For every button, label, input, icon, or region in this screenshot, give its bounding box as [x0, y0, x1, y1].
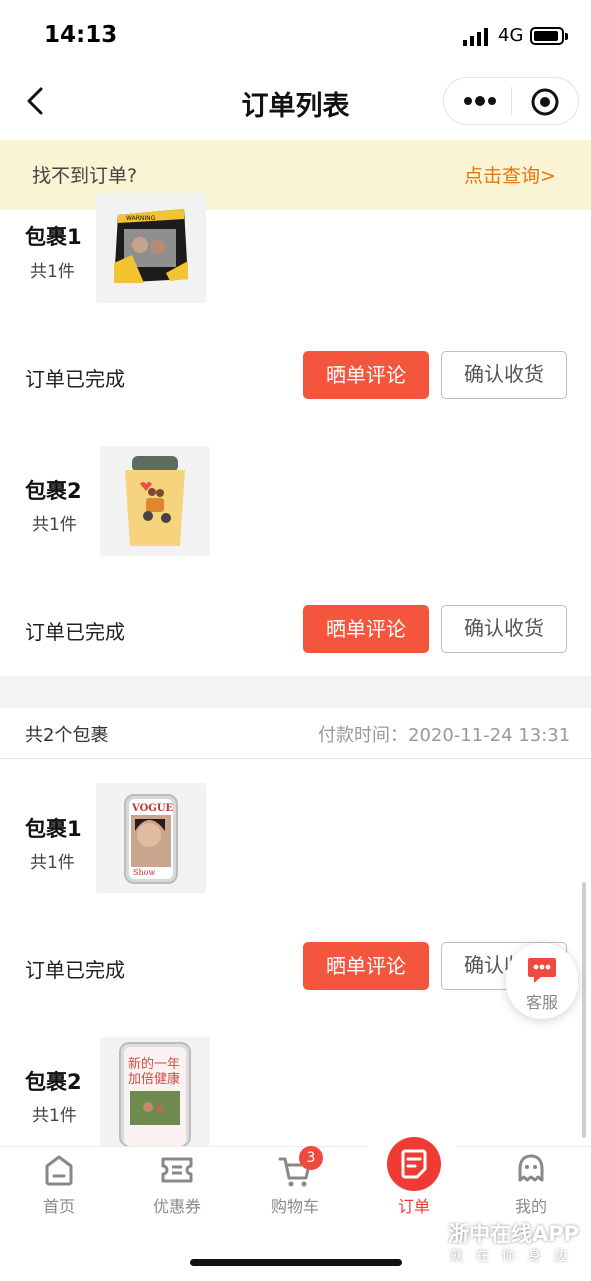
close-miniprogram-icon[interactable]	[530, 87, 560, 117]
order-icon	[401, 1149, 427, 1179]
product-thumbnail[interactable]	[100, 446, 210, 556]
customer-service-label: 客服	[525, 993, 558, 1012]
header-divider	[0, 758, 591, 759]
confirm-receipt-button[interactable]: 确认收货	[441, 351, 567, 399]
confirm-receipt-button[interactable]: 确认收货	[441, 605, 567, 653]
more-icon[interactable]	[463, 96, 497, 106]
battery-tip	[565, 33, 568, 40]
home-icon	[45, 1155, 73, 1186]
scrollbar[interactable]	[582, 882, 586, 1138]
review-button[interactable]: 晒单评论	[303, 351, 429, 399]
product-thumbnail[interactable]: 新的一年 加倍健康	[100, 1037, 210, 1146]
package-count: 共1件	[32, 515, 77, 535]
package-count: 共1件	[30, 853, 75, 873]
status-time: 14:13	[44, 22, 118, 48]
package-name: 包裹2	[25, 1070, 82, 1094]
signal-icon	[463, 28, 488, 46]
thumb-text: Show	[133, 868, 155, 877]
package-name: 包裹2	[25, 479, 82, 503]
review-button[interactable]: 晒单评论	[303, 605, 429, 653]
product-thumbnail[interactable]: WARNING	[96, 193, 206, 303]
order-status: 订单已完成	[25, 620, 125, 644]
notice-text: 找不到订单?	[32, 165, 138, 187]
order-separator	[0, 676, 591, 708]
capsule-divider	[511, 87, 512, 115]
network-label: 4G	[498, 25, 524, 46]
tab-order[interactable]	[387, 1137, 441, 1191]
product-thumbnail[interactable]: VOGUE Show	[96, 783, 206, 893]
watermark-logo-icon	[397, 1219, 439, 1261]
watermark-subtitle: 就在你身边	[450, 1249, 581, 1264]
tab-coupon[interactable]: 优惠券	[132, 1150, 222, 1220]
chat-icon	[528, 958, 556, 983]
home-indicator	[190, 1259, 402, 1266]
package-total: 共2个包裹	[25, 725, 109, 746]
tab-label: 首页	[42, 1197, 75, 1216]
tab-label: 我的	[514, 1197, 547, 1216]
thumb-text: 新的一年	[128, 1056, 180, 1072]
query-link[interactable]: 点击查询>	[464, 161, 556, 188]
tab-cart[interactable]: 购物车	[250, 1150, 340, 1220]
tab-label: 优惠券	[152, 1197, 201, 1216]
package-name: 包裹1	[25, 225, 82, 249]
package-count: 共1件	[30, 262, 75, 282]
order-status: 订单已完成	[25, 958, 125, 982]
coupon-icon	[161, 1157, 193, 1183]
profile-icon	[518, 1154, 544, 1182]
order-status: 订单已完成	[25, 367, 125, 391]
thumb-text: VOGUE	[131, 803, 174, 814]
package-name: 包裹1	[25, 817, 82, 841]
cart-badge: 3	[299, 1146, 323, 1170]
thumb-text: WARNING	[126, 215, 156, 222]
tab-label: 订单	[397, 1197, 430, 1216]
tab-label: 购物车	[270, 1197, 319, 1216]
tab-profile[interactable]: 我的	[486, 1150, 576, 1220]
package-count: 共1件	[32, 1106, 77, 1126]
thumb-text: 加倍健康	[128, 1071, 180, 1087]
tab-home[interactable]: 首页	[14, 1150, 104, 1220]
review-button[interactable]: 晒单评论	[303, 942, 429, 990]
watermark-title: 浙中在线APP	[448, 1222, 580, 1246]
battery-icon	[530, 27, 564, 45]
payment-time: 付款时间：2020-11-24 13:31	[318, 725, 571, 746]
